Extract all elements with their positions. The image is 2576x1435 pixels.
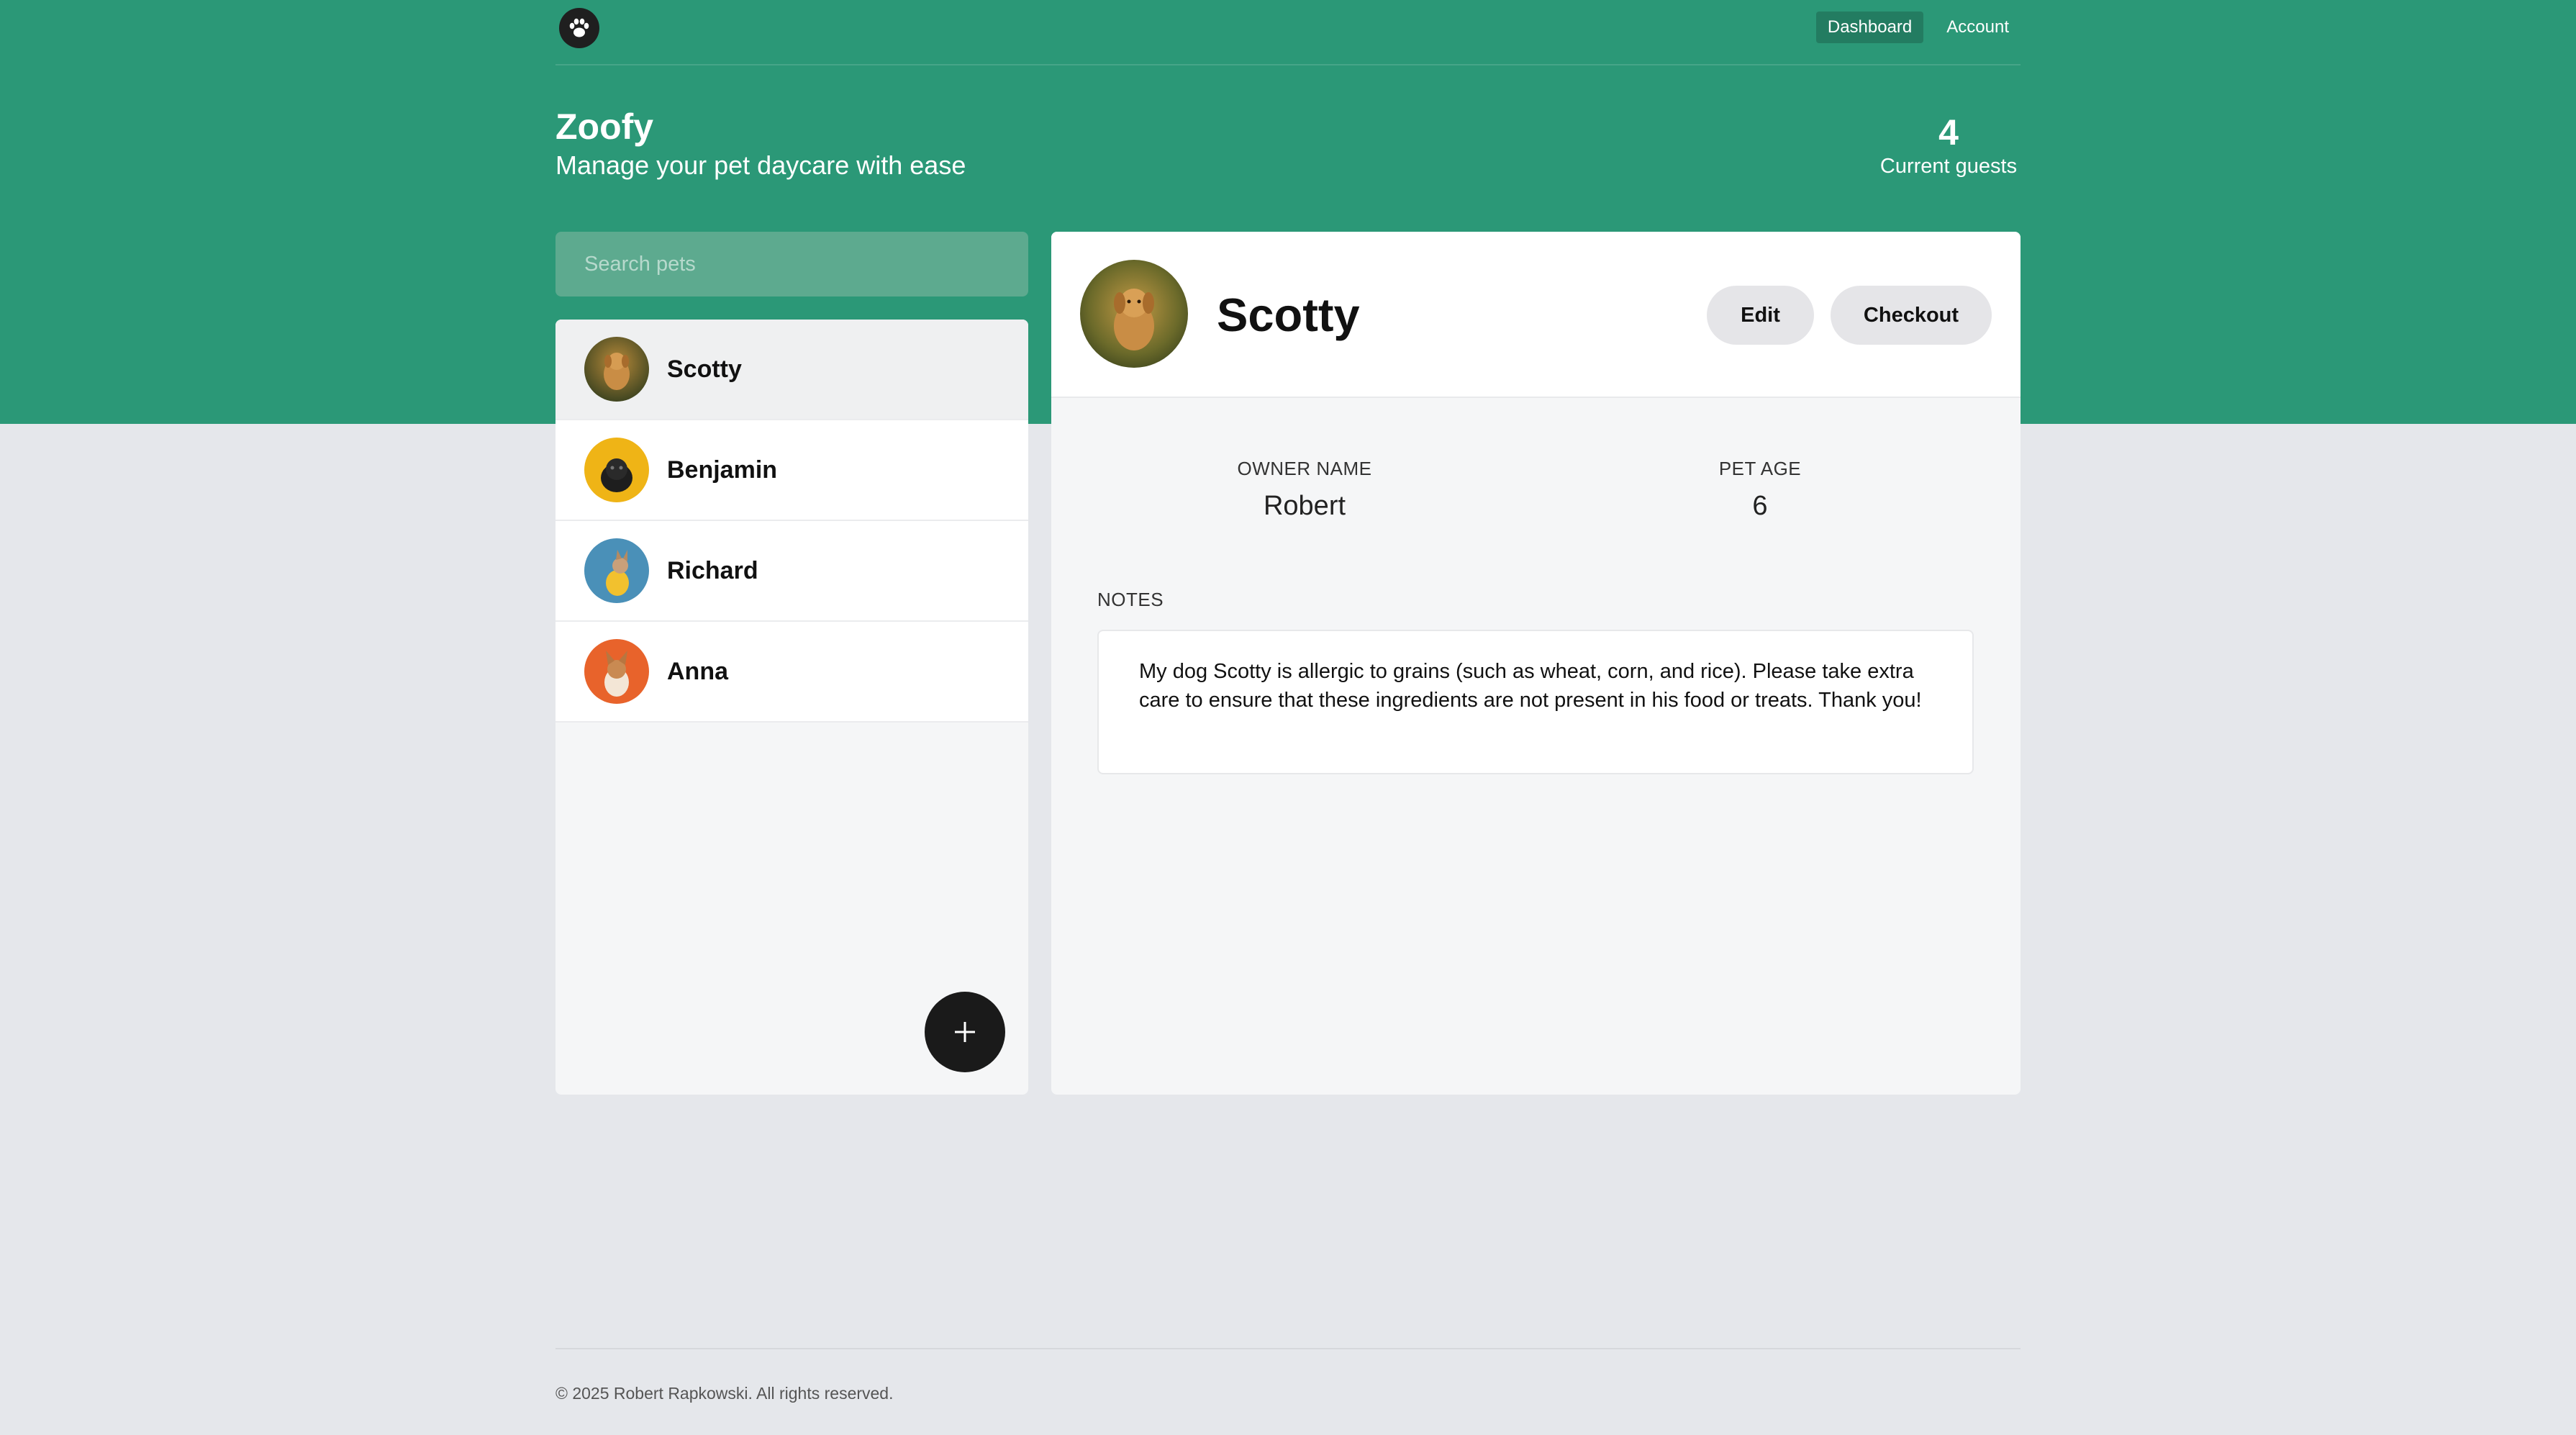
guest-count: 4 — [1938, 112, 1959, 153]
paw-icon[interactable] — [559, 8, 599, 48]
avatar — [584, 639, 649, 704]
pet-list-item-richard[interactable]: Richard — [555, 521, 1028, 622]
pet-age-value: 6 — [1752, 491, 1768, 521]
pet-detail-panel: Scotty Edit Checkout OWNER NAME Robert P… — [1051, 232, 2021, 1095]
pet-avatar-large — [1080, 260, 1188, 368]
add-pet-button[interactable] — [925, 992, 1005, 1072]
page-container: Dashboard Account Zoofy Manage your pet … — [555, 0, 2021, 1435]
nav-links: Dashboard Account — [1815, 12, 2021, 43]
top-nav: Dashboard Account — [555, 0, 2021, 65]
footer-copyright: © 2025 Robert Rapkowski. All rights rese… — [555, 1384, 894, 1403]
current-guests-stat: 4 Current guests — [1877, 111, 2021, 178]
pet-detail-header: Scotty Edit Checkout — [1051, 232, 2021, 398]
avatar — [584, 337, 649, 402]
notes-label: NOTES — [1097, 589, 1164, 610]
page-subtitle: Manage your pet daycare with ease — [555, 150, 966, 180]
pet-list-item-benjamin[interactable]: Benjamin — [555, 420, 1028, 521]
owner-name-label: OWNER NAME — [1237, 458, 1372, 479]
pet-detail-name: Scotty — [1217, 289, 1360, 341]
pet-name: Scotty — [667, 355, 742, 383]
nav-link-account[interactable]: Account — [1935, 12, 2021, 43]
owner-name-value: Robert — [1263, 491, 1346, 521]
guest-label: Current guests — [1879, 155, 2018, 178]
avatar — [584, 538, 649, 603]
plus-icon — [955, 1022, 975, 1042]
edit-button[interactable]: Edit — [1707, 286, 1814, 345]
pet-age-field: PET AGE 6 — [1580, 456, 1940, 522]
pet-name: Richard — [667, 556, 758, 584]
notes-text: My dog Scotty is allergic to grains (suc… — [1097, 630, 1974, 774]
checkout-button[interactable]: Checkout — [1831, 286, 1992, 345]
page-title: Zoofy — [555, 107, 654, 147]
search-input[interactable] — [555, 232, 1028, 296]
pet-list: Scotty Benjamin Richard Anna — [555, 320, 1028, 1095]
pet-list-item-scotty[interactable]: Scotty — [555, 320, 1028, 420]
nav-link-dashboard[interactable]: Dashboard — [1815, 12, 1924, 43]
avatar — [584, 438, 649, 502]
owner-name-field: OWNER NAME Robert — [1125, 456, 1484, 522]
footer-divider — [555, 1348, 2021, 1349]
pet-age-label: PET AGE — [1718, 458, 1802, 479]
pet-name: Benjamin — [667, 456, 778, 484]
pet-name: Anna — [667, 657, 728, 685]
pet-list-item-anna[interactable]: Anna — [555, 622, 1028, 723]
